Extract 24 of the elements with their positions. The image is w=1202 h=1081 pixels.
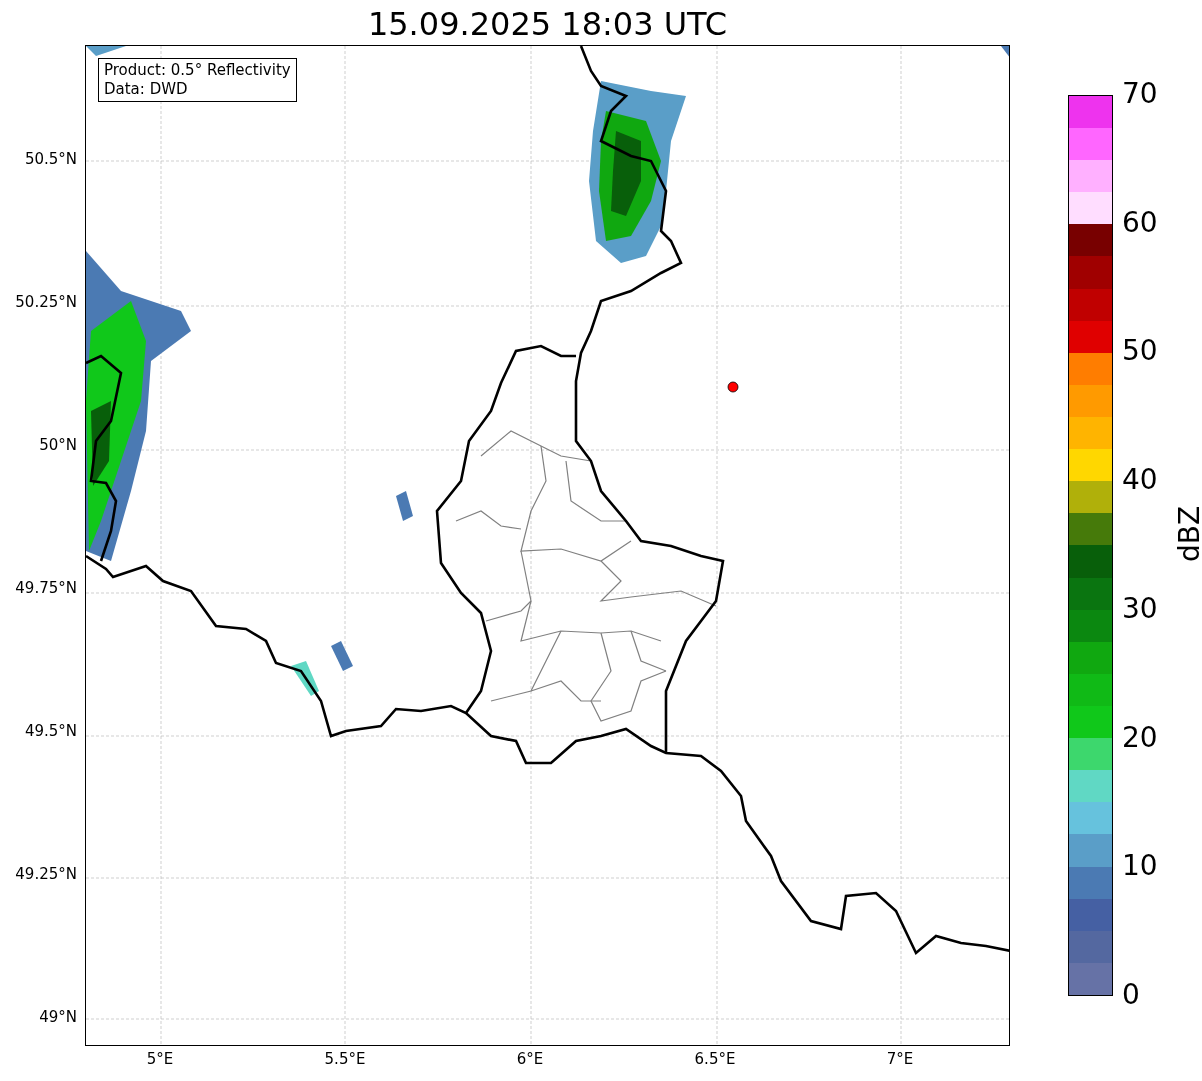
latitude-label: 49.5°N bbox=[24, 724, 77, 739]
colorbar-tick-label: 10 bbox=[1122, 852, 1158, 881]
longitude-label: 6.5°E bbox=[694, 1052, 736, 1067]
colorbar-tick-label: 70 bbox=[1122, 80, 1158, 108]
colorbar-tick-label: 40 bbox=[1122, 466, 1158, 495]
colorbar-tick-label: 30 bbox=[1122, 594, 1158, 623]
longitude-label: 6°E bbox=[516, 1052, 544, 1067]
chart-title: 15.09.2025 18:03 UTC bbox=[366, 4, 729, 44]
colorbar-tick-label: 20 bbox=[1122, 723, 1158, 752]
colorbar-tick-label: 50 bbox=[1122, 337, 1158, 366]
latitude-label: 50°N bbox=[39, 438, 77, 453]
info-box: Product: 0.5° Reflectivity Data: DWD bbox=[98, 58, 297, 102]
latitude-label: 50.25°N bbox=[15, 295, 77, 310]
latitude-label: 49°N bbox=[39, 1010, 77, 1025]
radar-site-marker bbox=[727, 381, 739, 393]
latitude-label: 50.5°N bbox=[24, 152, 77, 167]
colorbar-label: dBZ bbox=[1176, 505, 1202, 563]
latitude-label: 49.75°N bbox=[15, 581, 77, 596]
latitude-label: 49.25°N bbox=[15, 867, 77, 882]
longitude-label: 5.5°E bbox=[324, 1052, 366, 1067]
colorbar-tick-label: 0 bbox=[1122, 981, 1140, 1009]
longitude-label: 5°E bbox=[146, 1052, 174, 1067]
longitude-label: 7°E bbox=[886, 1052, 914, 1067]
colorbar-tick-label: 60 bbox=[1122, 208, 1158, 237]
